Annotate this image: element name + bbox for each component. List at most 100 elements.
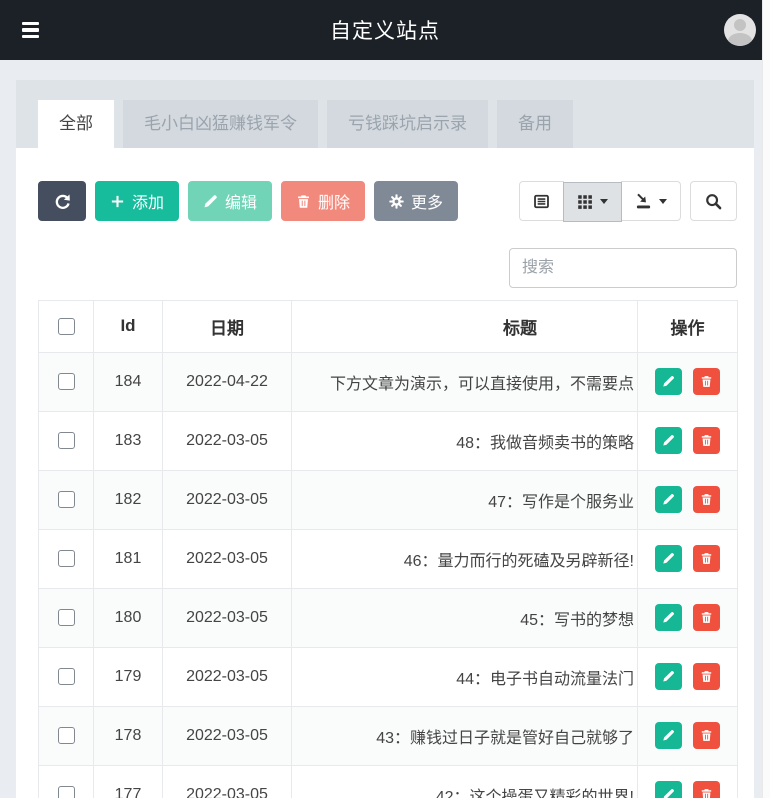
row-delete-button[interactable]	[692, 368, 720, 395]
page-scrollbar[interactable]	[762, 0, 770, 798]
row-id: 179	[93, 646, 163, 707]
gear-icon	[389, 194, 404, 209]
caret-down-icon	[600, 199, 608, 204]
toggle-search-button[interactable]	[690, 181, 737, 221]
edit-button-label: 编辑	[225, 195, 258, 212]
row-delete-button[interactable]	[692, 427, 720, 454]
row-id: 180	[93, 587, 163, 648]
row-id: 178	[93, 705, 163, 766]
row-id: 183	[93, 410, 163, 471]
table-row: 181 2022-03-05 46：量力而行的死磕及另辟新径!	[38, 528, 738, 589]
row-id: 181	[93, 528, 163, 589]
add-button-label: 添加	[132, 195, 165, 212]
row-checkbox[interactable]	[57, 549, 75, 567]
pencil-icon	[662, 788, 675, 798]
table-wrap: Id 日期 标题 操作 184 2022-04-22 下方文章为演示，可以直接使…	[38, 299, 738, 798]
row-delete-button[interactable]	[692, 486, 720, 513]
export-icon	[635, 193, 652, 210]
row-delete-button[interactable]	[692, 604, 720, 631]
table-row: 180 2022-03-05 45：写书的梦想	[38, 587, 738, 648]
row-delete-button[interactable]	[692, 663, 720, 690]
row-title: 43：赚钱过日子就是管好自己就够了	[291, 705, 638, 766]
export-dropdown-button[interactable]	[621, 181, 681, 221]
content-card: 全部 毛小白凶猛赚钱军令 亏钱踩坑启示录 备用 添加 编辑 删除 更多 搜索 I…	[16, 80, 754, 798]
trash-icon	[700, 552, 713, 565]
select-all-checkbox[interactable]	[57, 318, 75, 336]
header-actions: 操作	[637, 299, 738, 353]
row-checkbox[interactable]	[57, 726, 75, 744]
columns-dropdown-button[interactable]	[563, 181, 622, 222]
detail-view-button[interactable]	[519, 181, 564, 221]
view-tools	[519, 181, 737, 222]
row-date: 2022-04-22	[162, 351, 292, 412]
row-delete-button[interactable]	[692, 781, 720, 798]
edit-button[interactable]: 编辑	[188, 181, 273, 221]
avatar[interactable]	[724, 14, 756, 46]
columns-grid-icon	[577, 194, 593, 210]
table-row: 178 2022-03-05 43：赚钱过日子就是管好自己就够了	[38, 705, 738, 766]
search-row	[38, 247, 737, 288]
table-row: 179 2022-03-05 44：电子书自动流量法门	[38, 646, 738, 707]
row-checkbox[interactable]	[57, 785, 75, 798]
refresh-button[interactable]	[38, 181, 86, 221]
row-title: 42：这个操蛋又精彩的世界!	[291, 764, 638, 798]
row-edit-button[interactable]	[655, 486, 683, 513]
tab-category-1[interactable]: 毛小白凶猛赚钱军令	[123, 100, 318, 148]
trash-icon	[700, 670, 713, 683]
trash-icon	[700, 493, 713, 506]
pencil-icon	[662, 552, 675, 565]
plus-icon	[110, 194, 125, 209]
trash-icon	[700, 729, 713, 742]
delete-button[interactable]: 删除	[281, 181, 366, 221]
trash-icon	[700, 434, 713, 447]
row-edit-button[interactable]	[655, 427, 683, 454]
row-edit-button[interactable]	[655, 722, 683, 749]
row-checkbox[interactable]	[57, 608, 75, 626]
pencil-icon	[662, 493, 675, 506]
add-button[interactable]: 添加	[95, 181, 180, 221]
row-date: 2022-03-05	[162, 587, 292, 648]
row-checkbox[interactable]	[57, 490, 75, 508]
row-delete-button[interactable]	[692, 545, 720, 572]
row-title: 45：写书的梦想	[291, 587, 638, 648]
search-icon	[705, 193, 722, 210]
pencil-icon	[203, 194, 218, 209]
trash-icon	[700, 611, 713, 624]
card-body: 添加 编辑 删除 更多 搜索 Id 日期 标题 操作 184 2022-04-2…	[16, 148, 754, 798]
header-date: 日期	[162, 299, 292, 353]
row-checkbox[interactable]	[57, 372, 75, 390]
row-title: 47：写作是个服务业	[291, 469, 638, 530]
row-edit-button[interactable]	[655, 604, 683, 631]
detail-view-icon	[533, 193, 550, 210]
row-date: 2022-03-05	[162, 646, 292, 707]
search-input[interactable]	[509, 247, 737, 288]
row-title: 46：量力而行的死磕及另辟新径!	[291, 528, 638, 589]
row-delete-button[interactable]	[692, 722, 720, 749]
row-edit-button[interactable]	[655, 368, 683, 395]
table-row: 177 2022-03-05 42：这个操蛋又精彩的世界!	[38, 764, 738, 798]
row-edit-button[interactable]	[655, 663, 683, 690]
page-title: 自定义站点	[330, 20, 440, 43]
table-header-row: Id 日期 标题 操作	[38, 299, 738, 353]
table-row: 183 2022-03-05 48：我做音频卖书的策略	[38, 410, 738, 471]
row-title: 44：电子书自动流量法门	[291, 646, 638, 707]
refresh-icon	[54, 193, 71, 210]
row-id: 184	[93, 351, 163, 412]
row-date: 2022-03-05	[162, 410, 292, 471]
row-edit-button[interactable]	[655, 781, 683, 798]
pencil-icon	[662, 611, 675, 624]
pencil-icon	[662, 670, 675, 683]
tab-category-2[interactable]: 亏钱踩坑启示录	[327, 100, 488, 148]
tab-backup[interactable]: 备用	[497, 100, 573, 148]
row-date: 2022-03-05	[162, 764, 292, 798]
trash-icon	[700, 788, 713, 798]
tab-all[interactable]: 全部	[38, 100, 114, 148]
more-button[interactable]: 更多	[374, 181, 459, 221]
delete-button-label: 删除	[318, 195, 351, 212]
row-date: 2022-03-05	[162, 469, 292, 530]
row-checkbox[interactable]	[57, 667, 75, 685]
header-id: Id	[93, 299, 163, 353]
trash-icon	[700, 375, 713, 388]
row-edit-button[interactable]	[655, 545, 683, 572]
row-checkbox[interactable]	[57, 431, 75, 449]
